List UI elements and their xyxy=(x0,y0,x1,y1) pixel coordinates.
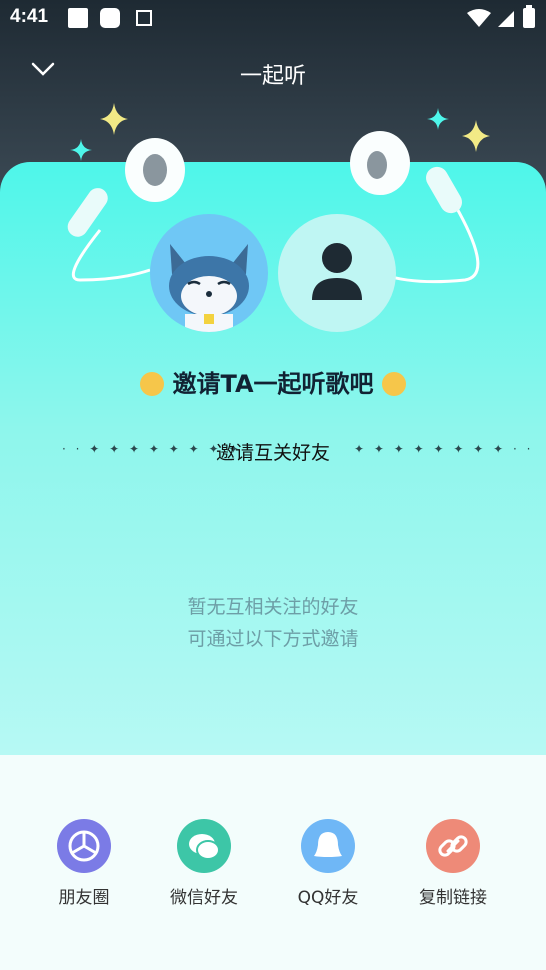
share-moments-button[interactable]: 朋友圈 xyxy=(34,819,134,908)
copy-link-button[interactable]: 复制链接 xyxy=(403,819,503,908)
signal-icon xyxy=(498,11,514,27)
grin-emoji-icon xyxy=(381,372,406,396)
accessibility-icon xyxy=(136,10,152,26)
notification-icon xyxy=(100,8,120,28)
share-wechat-label: 微信好友 xyxy=(170,888,238,908)
qq-icon xyxy=(301,819,355,873)
share-panel: 朋友圈 微信好友 QQ好友 复制链接 xyxy=(0,755,546,970)
share-qq-label: QQ好友 xyxy=(297,888,359,908)
page-title: 一起听 xyxy=(239,64,306,89)
decorative-stars-right: ✦ ✦ ✦ ✦ ✦ ✦ ✦ ✦ · · xyxy=(354,442,534,456)
empty-state-line1: 暂无互相关注的好友 xyxy=(187,596,359,618)
invite-heading: 邀请TA一起听歌吧 xyxy=(0,364,546,399)
link-icon xyxy=(426,819,480,873)
empty-state-line2: 可通过以下方式邀请 xyxy=(187,628,359,650)
share-moments-label: 朋友圈 xyxy=(58,888,110,908)
copy-link-label: 复制链接 xyxy=(419,888,487,908)
share-qq-button[interactable]: QQ好友 xyxy=(278,819,378,908)
person-icon xyxy=(312,243,362,300)
moments-icon xyxy=(57,819,111,873)
share-wechat-button[interactable]: 微信好友 xyxy=(154,819,254,908)
battery-icon xyxy=(523,5,535,28)
notification-icon xyxy=(68,8,88,28)
invite-title-text: 邀请TA一起听歌吧 xyxy=(172,370,374,398)
user-avatar xyxy=(150,214,268,332)
wechat-icon xyxy=(177,819,231,873)
header: 一起听 xyxy=(0,44,546,98)
status-time: 4:41 xyxy=(10,6,49,27)
status-bar: 4:41 xyxy=(0,0,546,36)
wifi-icon xyxy=(467,9,491,27)
invitee-avatar-placeholder[interactable] xyxy=(278,214,396,332)
grin-emoji-icon xyxy=(140,372,165,396)
